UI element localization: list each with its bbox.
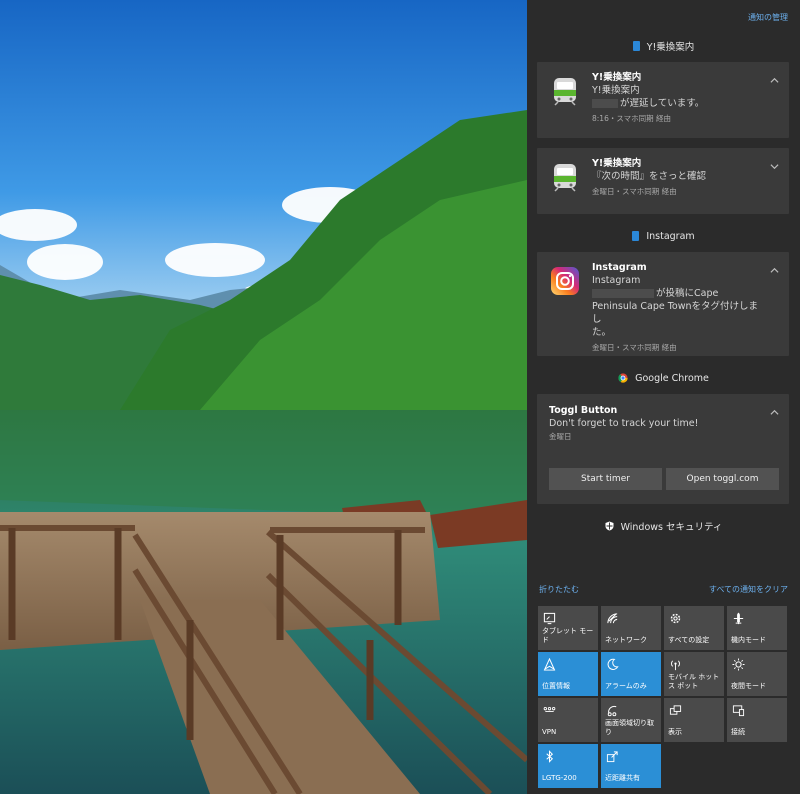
train-app-icon: [554, 78, 576, 106]
notification-card[interactable]: Y!乗換案内 『次の時間』をさっと確認 金曜日・スマホ同期 経由: [537, 148, 789, 214]
notification-text: Instagram: [592, 275, 641, 286]
quick-action-label: 機内モード: [731, 636, 766, 644]
quick-action-alarms-only[interactable]: アラームのみ: [601, 652, 661, 696]
app-group-header-windows-security: Windows セキュリティ: [527, 514, 800, 538]
quick-action-label: モバイル ホットス ポット: [668, 673, 720, 690]
chevron-down-icon[interactable]: [770, 162, 779, 171]
redacted-text: [592, 289, 654, 298]
clear-all-notifications-link[interactable]: すべての通知をクリア: [709, 584, 788, 595]
app-group-header-chrome: Google Chrome: [527, 366, 800, 390]
quick-action-tablet-mode[interactable]: タブレット モード: [538, 606, 598, 650]
quick-action-label: 表示: [668, 728, 682, 736]
quick-action-label: 近距離共有: [605, 774, 640, 782]
app-group-header-yjtransit: Y!乗換案内: [527, 34, 800, 58]
quick-action-label: VPN: [542, 728, 557, 736]
app-group-name: Y!乗換案内: [646, 42, 695, 53]
brightness-icon: [732, 658, 745, 671]
notification-title: Instagram: [592, 262, 647, 273]
notification-meta: 金曜日: [549, 432, 572, 441]
notification-meta: 8:16・スマホ同期 経由: [592, 114, 672, 123]
notification-meta: 金曜日・スマホ同期 経由: [592, 187, 677, 196]
quick-action-label: 夜間モード: [731, 682, 766, 690]
instagram-icon: [551, 267, 579, 295]
quick-action-label: アラームのみ: [605, 682, 647, 690]
notification-meta: 金曜日・スマホ同期 経由: [592, 343, 677, 352]
quick-action-label: 位置情報: [542, 682, 570, 690]
location-icon: [543, 658, 556, 671]
collapse-link[interactable]: 折りたたむ: [539, 584, 579, 595]
quick-action-night-light[interactable]: 夜間モード: [727, 652, 787, 696]
quick-action-screen-snip[interactable]: 画面領域切り取り: [601, 698, 661, 742]
quick-actions-grid: タブレット モード ネットワーク すべての設定 機内モード 位置情報 アラームの…: [538, 606, 790, 788]
chrome-icon: [618, 373, 628, 383]
notification-title: Y!乗換案内: [592, 158, 642, 169]
tablet-mode-icon: [543, 612, 556, 625]
quick-action-mobile-hotspot[interactable]: モバイル ホットス ポット: [664, 652, 724, 696]
quick-action-label: 接続: [731, 728, 745, 736]
phone-link-icon: [632, 41, 640, 51]
settings-gear-icon: [670, 613, 681, 624]
quick-action-label: タブレット モード: [542, 627, 594, 644]
hotspot-icon: [671, 660, 680, 671]
vpn-icon: [543, 706, 556, 712]
quick-action-nearby-sharing[interactable]: 近距離共有: [601, 744, 661, 788]
airplane-icon: [733, 612, 744, 625]
desktop-wallpaper: [0, 0, 527, 794]
notification-text: Peninsula Cape Townをタグ付けしまし: [592, 301, 759, 325]
open-toggl-button[interactable]: Open toggl.com: [666, 468, 779, 490]
moon-icon: [607, 658, 619, 670]
notification-title: Y!乗換案内: [592, 72, 642, 83]
quick-action-connect[interactable]: 接続: [727, 698, 787, 742]
empty-tile: [664, 744, 724, 788]
nearby-share-icon: [606, 751, 618, 763]
app-group-name: Google Chrome: [635, 372, 709, 384]
quick-action-bluetooth[interactable]: LGTG-200: [538, 744, 598, 788]
notification-text: が遅延しています。: [620, 98, 705, 109]
redacted-text: [592, 99, 618, 108]
quick-action-vpn[interactable]: VPN: [538, 698, 598, 742]
notification-text: Y!乗換案内: [592, 85, 640, 96]
lake-landscape-image: [0, 0, 527, 794]
notification-text: 『次の時間』をさっと確認: [592, 171, 707, 182]
quick-action-airplane-mode[interactable]: 機内モード: [727, 606, 787, 650]
quick-action-all-settings[interactable]: すべての設定: [664, 606, 724, 650]
notification-title: Toggl Button: [549, 405, 618, 416]
quick-action-label: LGTG-200: [542, 774, 577, 782]
notification-text: が投稿にCape: [656, 288, 719, 299]
connect-icon: [732, 705, 745, 717]
quick-action-network[interactable]: ネットワーク: [601, 606, 661, 650]
quick-action-label: すべての設定: [668, 636, 710, 644]
notification-card[interactable]: Toggl Button Don't forget to track your …: [537, 394, 789, 504]
app-group-name: Windows セキュリティ: [620, 522, 723, 533]
action-center-panel: 通知の管理 Y!乗換案内 Y!乗換案内 Y!乗換案内 が遅延しています。 8:1…: [527, 0, 800, 794]
train-app-icon: [554, 164, 576, 192]
app-group-header-instagram: Instagram: [527, 224, 800, 248]
snip-icon: [607, 705, 617, 717]
chevron-up-icon[interactable]: [770, 266, 779, 275]
notification-text: た。: [592, 327, 612, 338]
shield-icon: [605, 521, 614, 531]
app-group-name: Instagram: [646, 230, 695, 242]
network-icon: [607, 613, 618, 624]
project-icon: [669, 705, 682, 715]
quick-action-label: ネットワーク: [605, 636, 647, 644]
notification-card[interactable]: Instagram Instagram が投稿にCape Peninsula C…: [537, 252, 789, 356]
phone-link-icon: [632, 231, 640, 241]
chevron-up-icon[interactable]: [770, 76, 779, 85]
empty-tile: [727, 744, 787, 788]
chevron-up-icon[interactable]: [770, 408, 779, 417]
start-timer-button[interactable]: Start timer: [549, 468, 662, 490]
quick-action-location[interactable]: 位置情報: [538, 652, 598, 696]
manage-notifications-link[interactable]: 通知の管理: [748, 12, 788, 23]
bluetooth-icon: [546, 750, 554, 763]
notification-text: Don't forget to track your time!: [549, 418, 699, 429]
notification-card[interactable]: Y!乗換案内 Y!乗換案内 が遅延しています。 8:16・スマホ同期 経由: [537, 62, 789, 138]
quick-action-project[interactable]: 表示: [664, 698, 724, 742]
quick-action-label: 画面領域切り取り: [605, 719, 654, 736]
